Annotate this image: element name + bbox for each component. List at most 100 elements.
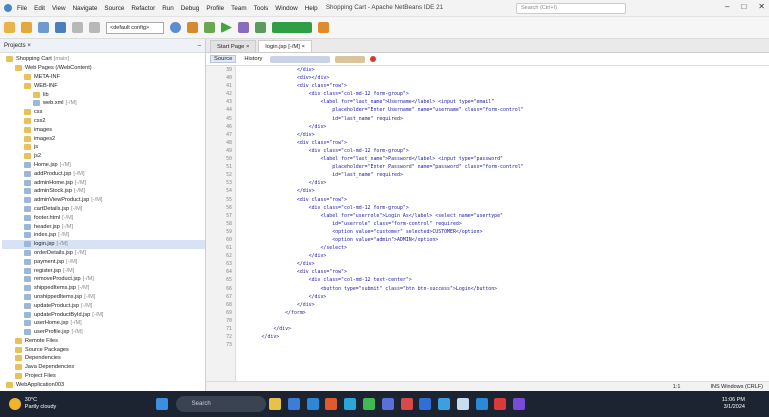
- code-line[interactable]: <button type="submit" class="btn btn-suc…: [238, 285, 769, 293]
- tree-item[interactable]: userProfile.jsp [-/M]: [2, 328, 205, 337]
- tree-item[interactable]: payment.jsp [-/M]: [2, 257, 205, 266]
- browser-icon[interactable]: [419, 398, 432, 410]
- code-line[interactable]: <option value="customer" selected>CUSTOM…: [238, 228, 769, 236]
- debug-icon[interactable]: [238, 22, 249, 33]
- mail-icon[interactable]: [306, 398, 319, 410]
- menu-source[interactable]: Source: [104, 5, 124, 12]
- new-file-icon[interactable]: [21, 22, 32, 33]
- tree-item[interactable]: Dependencies: [2, 354, 205, 363]
- code-line[interactable]: <div class="col-md-12 text-center">: [238, 276, 769, 284]
- app-icon[interactable]: [400, 398, 413, 410]
- code-line[interactable]: </div>: [238, 260, 769, 268]
- undo-icon[interactable]: [72, 22, 83, 33]
- tree-item[interactable]: Home.jsp [-/M]: [2, 161, 205, 170]
- media-icon[interactable]: [494, 398, 507, 410]
- tree-item[interactable]: Shopping Cart [main]: [2, 55, 205, 64]
- start-icon[interactable]: [156, 398, 169, 410]
- tree-item[interactable]: Project Files: [2, 372, 205, 381]
- tree-item[interactable]: register.jsp [-/M]: [2, 266, 205, 275]
- code-line[interactable]: <div class="row">: [238, 196, 769, 204]
- netbeans-task-icon[interactable]: [456, 398, 469, 410]
- editor-tools-icon[interactable]: [270, 55, 331, 63]
- code-line[interactable]: <label for="last_name">Password</label> …: [238, 155, 769, 163]
- code-line[interactable]: placeholder="Enter Username" name="usern…: [238, 106, 769, 114]
- code-line[interactable]: </div>: [238, 325, 769, 333]
- teams-icon[interactable]: [381, 398, 394, 410]
- edge-icon[interactable]: [344, 398, 357, 410]
- code-line[interactable]: [238, 317, 769, 325]
- vscode-icon[interactable]: [475, 398, 488, 410]
- tree-item[interactable]: shippedItems.jsp [-/M]: [2, 284, 205, 293]
- code-line[interactable]: <div class="col-md-12 form-group">: [238, 147, 769, 155]
- run-icon[interactable]: [221, 22, 232, 33]
- tree-item[interactable]: Java Dependencies: [2, 363, 205, 372]
- code-line[interactable]: </div>: [238, 66, 769, 74]
- tree-item[interactable]: cartDetails.jsp [-/M]: [2, 205, 205, 214]
- file-explorer-icon[interactable]: [287, 398, 300, 410]
- code-line[interactable]: </form>: [238, 309, 769, 317]
- code-line[interactable]: <div class="row">: [238, 139, 769, 147]
- code-line[interactable]: </div>: [238, 187, 769, 195]
- store-icon[interactable]: [362, 398, 375, 410]
- tree-item[interactable]: Web Pages (/WebContent): [2, 64, 205, 73]
- office-icon[interactable]: [325, 398, 338, 410]
- minimize-icon[interactable]: –: [725, 2, 729, 11]
- tree-item[interactable]: adminStock.jsp [-/M]: [2, 187, 205, 196]
- open-project-icon[interactable]: [38, 22, 49, 33]
- tree-item[interactable]: userHome.jsp [-/M]: [2, 319, 205, 328]
- gc-icon[interactable]: [318, 22, 329, 33]
- tree-item[interactable]: css: [2, 108, 205, 117]
- memory-indicator[interactable]: [272, 22, 312, 33]
- tree-item[interactable]: adminViewProduct.jsp [-/M]: [2, 196, 205, 205]
- menu-run[interactable]: Run: [162, 5, 174, 12]
- menu-team[interactable]: Team: [231, 5, 246, 12]
- menu-refactor[interactable]: Refactor: [131, 5, 155, 12]
- code-line[interactable]: id="last_name" required>: [238, 171, 769, 179]
- record-macro-icon[interactable]: [370, 56, 377, 62]
- weather-widget[interactable]: 30°C Partly cloudy: [25, 397, 57, 411]
- new-project-icon[interactable]: [4, 22, 15, 33]
- code-line[interactable]: </div>: [238, 131, 769, 139]
- code-line[interactable]: </select>: [238, 244, 769, 252]
- code-line[interactable]: <div class="col-md-12 form-group">: [238, 204, 769, 212]
- maximize-icon[interactable]: □: [741, 2, 746, 11]
- code-line[interactable]: </div>: [238, 301, 769, 309]
- menu-edit[interactable]: Edit: [34, 5, 45, 12]
- config-select[interactable]: <default config>: [106, 21, 164, 34]
- profile-icon[interactable]: [255, 22, 266, 33]
- code-line[interactable]: <label for="userrole">Login As</label> <…: [238, 212, 769, 220]
- tree-item[interactable]: images: [2, 125, 205, 134]
- menu-tools[interactable]: Tools: [254, 5, 269, 12]
- chrome-icon[interactable]: [438, 398, 451, 410]
- menu-file[interactable]: File: [17, 5, 27, 12]
- tree-item[interactable]: css2: [2, 117, 205, 126]
- tab-start-page[interactable]: Start Page ×: [210, 39, 257, 52]
- tree-item[interactable]: adminHome.jsp [-/M]: [2, 178, 205, 187]
- code-line[interactable]: <option value="admin">ADMIN</option>: [238, 236, 769, 244]
- tree-item[interactable]: footer.html [-/M]: [2, 213, 205, 222]
- menu-navigate[interactable]: Navigate: [73, 5, 98, 12]
- globe-icon[interactable]: [170, 22, 181, 33]
- widgets-icon[interactable]: [269, 398, 282, 410]
- code-line[interactable]: <div></div>: [238, 74, 769, 82]
- macro-icon[interactable]: [335, 55, 366, 63]
- redo-icon[interactable]: [89, 22, 100, 33]
- tree-item[interactable]: unshippedItems.jsp [-/M]: [2, 293, 205, 302]
- code-line[interactable]: <div class="row">: [238, 268, 769, 276]
- tree-item[interactable]: WebApplication003: [2, 380, 205, 389]
- menu-debug[interactable]: Debug: [181, 5, 200, 12]
- tree-item[interactable]: addProduct.jsp [-/M]: [2, 169, 205, 178]
- build-icon[interactable]: [187, 22, 198, 33]
- code-line[interactable]: placeholder="Enter Password" name="passw…: [238, 163, 769, 171]
- tree-item[interactable]: login.jsp [-/M]: [2, 239, 205, 249]
- system-clock[interactable]: 11:06 PM 3/1/2024: [722, 397, 745, 411]
- taskbar-search[interactable]: Search: [175, 396, 266, 412]
- code-line[interactable]: </div>: [238, 179, 769, 187]
- save-all-icon[interactable]: [55, 22, 66, 33]
- menu-window[interactable]: Window: [275, 5, 297, 12]
- menu-view[interactable]: View: [52, 5, 66, 12]
- tab-login-jsp[interactable]: login.jsp [-/M] ×: [258, 39, 312, 52]
- minimize-panel-icon[interactable]: –: [198, 43, 201, 49]
- code-line[interactable]: </div>: [238, 123, 769, 131]
- tree-item[interactable]: lib: [2, 90, 205, 99]
